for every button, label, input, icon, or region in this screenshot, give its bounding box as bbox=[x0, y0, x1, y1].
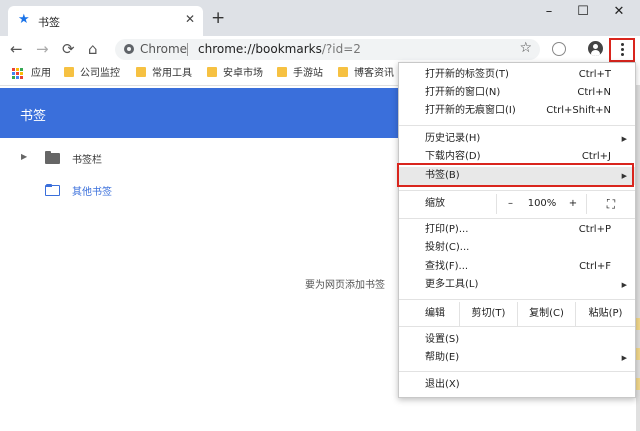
side-strip-decoration bbox=[636, 318, 640, 330]
url-scheme-label: Chrome bbox=[140, 42, 188, 56]
bookmark-item[interactable]: 博客资讯 bbox=[338, 66, 394, 82]
folder-icon bbox=[207, 67, 217, 77]
bookmark-item[interactable]: 公司监控 bbox=[64, 66, 120, 82]
new-tab-button[interactable]: + bbox=[211, 10, 225, 27]
copy-button[interactable]: 复制(C) bbox=[517, 302, 575, 326]
menu-divider bbox=[399, 299, 635, 300]
highlight-annotation-box bbox=[397, 163, 634, 187]
tree-item-other-bookmarks[interactable]: 其他书签 bbox=[0, 180, 390, 200]
folder-icon bbox=[338, 67, 348, 77]
back-icon[interactable]: ← bbox=[10, 40, 23, 58]
tab-bookmarks[interactable]: ★ 书签 ✕ bbox=[8, 6, 203, 36]
toolbar: ← → ⟳ ⌂ Chrome chrome://bookmarks/?id=2 … bbox=[0, 36, 640, 62]
paste-button[interactable]: 粘贴(P) bbox=[575, 302, 635, 326]
zoom-out-button[interactable]: – bbox=[496, 194, 524, 214]
side-strip-decoration bbox=[636, 348, 640, 360]
menu-item-help[interactable]: 帮助(E) ▶ bbox=[399, 349, 635, 367]
tab-title: 书签 bbox=[38, 16, 60, 29]
bookmark-item[interactable]: 手游站 bbox=[277, 66, 323, 82]
bookmark-item[interactable]: 常用工具 bbox=[136, 66, 192, 82]
bookmark-apps[interactable]: 应用 bbox=[31, 66, 51, 82]
cut-button[interactable]: 剪切(T) bbox=[459, 302, 517, 326]
menu-item-cast[interactable]: 投射(C)... bbox=[399, 239, 635, 257]
reload-icon[interactable]: ⟳ bbox=[62, 40, 75, 58]
tree-item-bookmarks-bar[interactable]: ▶ 书签栏 bbox=[0, 148, 390, 168]
folder-open-icon bbox=[45, 184, 60, 196]
more-vert-icon bbox=[621, 43, 624, 58]
submenu-arrow-icon: ▶ bbox=[621, 281, 627, 289]
zoom-label: 缩放 bbox=[425, 198, 445, 209]
menu-divider bbox=[399, 326, 635, 327]
menu-item-new-tab[interactable]: 打开新的标签页(T) Ctrl+T bbox=[399, 66, 635, 84]
home-icon[interactable]: ⌂ bbox=[88, 40, 98, 58]
tree-item-label: 书签栏 bbox=[72, 155, 102, 166]
menu-divider bbox=[399, 190, 635, 191]
site-info-icon[interactable] bbox=[124, 44, 134, 54]
submenu-arrow-icon: ▶ bbox=[621, 354, 627, 362]
url-divider bbox=[187, 43, 188, 56]
menu-divider bbox=[399, 371, 635, 372]
folder-icon bbox=[45, 151, 60, 164]
url-path: /?id=2 bbox=[321, 42, 361, 56]
menu-edit-row: 编辑 剪切(T) 复制(C) 粘贴(P) bbox=[399, 302, 635, 326]
apps-grid-icon[interactable] bbox=[12, 68, 23, 79]
bookmark-star-icon[interactable]: ☆ bbox=[519, 40, 532, 56]
menu-item-new-window[interactable]: 打开新的窗口(N) Ctrl+N bbox=[399, 84, 635, 102]
expand-arrow-icon[interactable]: ▶ bbox=[21, 152, 27, 161]
window-close-button[interactable]: ✕ bbox=[604, 3, 634, 21]
title-bar: ★ 书签 ✕ + – ☐ ✕ bbox=[0, 0, 640, 36]
menu-divider bbox=[399, 125, 635, 126]
bookmark-item[interactable]: 安卓市场 bbox=[207, 66, 263, 82]
chrome-main-menu: 打开新的标签页(T) Ctrl+T 打开新的窗口(N) Ctrl+N 打开新的无… bbox=[398, 62, 636, 398]
forward-icon[interactable]: → bbox=[36, 40, 49, 58]
tab-close-icon[interactable]: ✕ bbox=[185, 12, 195, 26]
menu-item-incognito[interactable]: 打开新的无痕窗口(I) Ctrl+Shift+N bbox=[399, 102, 635, 120]
side-strip-decoration bbox=[636, 378, 640, 390]
url-host: chrome://bookmarks bbox=[198, 42, 322, 56]
chrome-menu-button[interactable] bbox=[609, 38, 635, 62]
menu-item-more-tools[interactable]: 更多工具(L) ▶ bbox=[399, 276, 635, 294]
folder-icon bbox=[136, 67, 146, 77]
folder-icon bbox=[64, 67, 74, 77]
zoom-in-button[interactable]: + bbox=[560, 194, 586, 214]
edit-label: 编辑 bbox=[425, 308, 445, 319]
minimize-button[interactable]: – bbox=[534, 3, 564, 21]
menu-item-exit[interactable]: 退出(X) bbox=[399, 376, 635, 394]
folder-icon bbox=[277, 67, 287, 77]
menu-zoom-row: 缩放 – 100% + ⛶ bbox=[399, 194, 635, 214]
menu-item-history[interactable]: 历史记录(H) ▶ bbox=[399, 130, 635, 148]
page-title: 书签 bbox=[20, 109, 47, 124]
tree-item-label: 其他书签 bbox=[72, 187, 112, 198]
address-bar[interactable]: Chrome chrome://bookmarks/?id=2 ☆ bbox=[115, 39, 540, 60]
empty-state-message: 要为网页添加书签 bbox=[305, 280, 385, 291]
menu-item-find[interactable]: 查找(F)... Ctrl+F bbox=[399, 258, 635, 276]
maximize-button[interactable]: ☐ bbox=[568, 3, 598, 21]
menu-item-print[interactable]: 打印(P)... Ctrl+P bbox=[399, 221, 635, 239]
zoom-level-value: 100% bbox=[527, 198, 557, 209]
menu-divider bbox=[399, 218, 635, 219]
extension-icon[interactable] bbox=[552, 42, 566, 56]
url-text: chrome://bookmarks/?id=2 bbox=[198, 42, 361, 56]
submenu-arrow-icon: ▶ bbox=[621, 135, 627, 143]
star-icon: ★ bbox=[18, 12, 30, 27]
fullscreen-icon[interactable]: ⛶ bbox=[586, 194, 635, 214]
menu-item-settings[interactable]: 设置(S) bbox=[399, 331, 635, 349]
profile-avatar-icon[interactable] bbox=[588, 41, 603, 56]
